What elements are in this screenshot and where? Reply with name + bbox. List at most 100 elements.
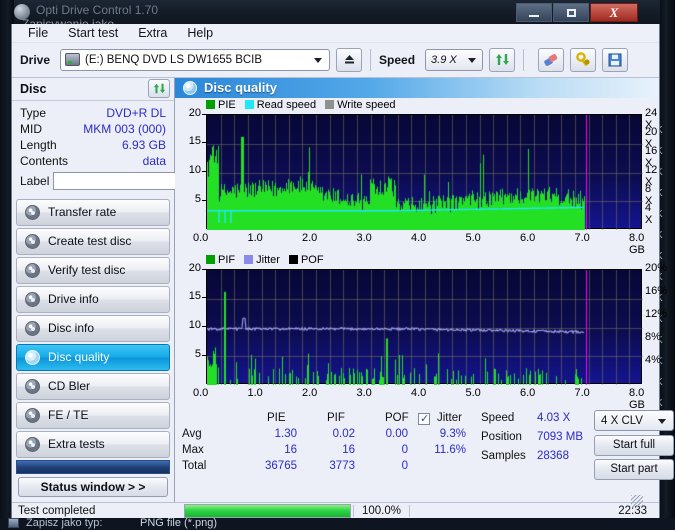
disc-info-row-mid: MID MKM 003 (000) — [20, 121, 166, 137]
menu-item-start-test[interactable]: Start test — [58, 24, 128, 42]
statistics-panel: PIE PIF POF Jitter Avg 1.30 0.02 0.00 9.… — [175, 409, 674, 482]
sidebar-item-disc-info[interactable]: Disc info — [16, 314, 170, 342]
start-part-button[interactable]: Start part — [594, 458, 674, 480]
y-tick-label: 15 — [188, 290, 201, 303]
drive-select[interactable]: (E:) BENQ DVD LS DW1655 BCIB — [60, 48, 331, 71]
y-tick — [202, 297, 206, 299]
chevron-down-icon — [658, 418, 666, 424]
y2-tick-label: 4% — [645, 353, 661, 366]
legend-swatch — [288, 255, 298, 265]
chevron-down-icon — [468, 57, 477, 63]
menu-item-help[interactable]: Help — [177, 24, 223, 42]
write-mode-select[interactable]: 4 X CLV — [594, 409, 674, 431]
start-full-button[interactable]: Start full — [594, 434, 674, 456]
disc-info-row-type: Type DVD+R DL — [20, 105, 166, 121]
y2-tick-label: 4 X — [645, 202, 653, 227]
x-tick-label: 4.0 — [411, 386, 427, 399]
minimize-button[interactable] — [516, 3, 552, 22]
stats-col-pof: POF — [385, 411, 409, 424]
eject-button[interactable] — [336, 47, 363, 72]
test-nav-list: Transfer rate Create test disc Verify te… — [12, 197, 174, 460]
x-tick-label: 7.0 — [574, 386, 590, 399]
speed-select[interactable]: 3.9 X — [425, 48, 484, 71]
sidebar-item-extra-tests[interactable]: Extra tests — [16, 430, 170, 458]
opti-drive-control-window: File Start test Extra Help Drive (E:) BE… — [11, 24, 674, 520]
sidebar-item-transfer-rate[interactable]: Transfer rate — [16, 198, 170, 226]
menu-bar: File Start test Extra Help — [12, 24, 659, 44]
y2-tick-label: 20% — [645, 261, 668, 274]
x-tick-label: 5.0 — [465, 231, 481, 244]
refresh-button[interactable] — [489, 47, 516, 72]
y-tick — [202, 113, 206, 115]
x-tick-label: 7.0 — [574, 231, 590, 244]
panel-title: Disc quality — [204, 80, 277, 96]
progress-bar — [184, 503, 351, 518]
legend-item: PIF — [206, 254, 235, 266]
stats-max-pie: 16 — [284, 443, 297, 456]
y-tick — [202, 142, 206, 144]
drive-icon — [65, 53, 81, 67]
stats-avg-pie: 1.30 — [274, 427, 297, 440]
sidebar-item-label: Transfer rate — [48, 205, 117, 220]
write-mode-value: 4 X CLV — [601, 414, 643, 427]
status-window-button[interactable]: Status window > > — [18, 476, 168, 497]
x-tick-label: 3.0 — [356, 386, 372, 399]
sidebar-item-verify-test-disc[interactable]: Verify test disc — [16, 256, 170, 284]
y2-tick-label: 16% — [645, 284, 668, 297]
pif-chart-legend: PIF Jitter POF — [206, 254, 329, 266]
x-tick-label: 0.0 — [193, 231, 209, 244]
sidebar-item-label: FE / TE — [48, 408, 89, 423]
pie-chart-plot — [206, 113, 643, 230]
stats-avg-pof: 0.00 — [385, 427, 408, 440]
sidebar-item-fe-te[interactable]: FE / TE — [16, 401, 170, 429]
menu-item-file[interactable]: File — [18, 24, 58, 42]
readout-key-position: Position — [481, 430, 522, 443]
sidebar-item-disc-quality[interactable]: Disc quality — [16, 343, 170, 371]
y-tick — [202, 354, 206, 356]
y-tick-label: 10 — [188, 164, 201, 177]
stats-col-pif: PIF — [327, 411, 345, 424]
legend-swatch — [206, 255, 215, 265]
sidebar-item-drive-info[interactable]: Drive info — [16, 285, 170, 313]
legend-swatch — [244, 255, 254, 265]
maximize-button[interactable] — [553, 3, 589, 22]
status-text: Test completed — [18, 504, 96, 517]
close-button[interactable]: X — [590, 3, 638, 22]
readout-key-speed: Speed — [481, 411, 515, 424]
disc-refresh-button[interactable] — [148, 79, 170, 99]
jitter-checkbox[interactable] — [418, 412, 430, 425]
disc-info-value: DVD+R DL — [106, 105, 166, 120]
disc-quality-icon — [183, 80, 197, 95]
toolbar: Drive (E:) BENQ DVD LS DW1655 BCIB Speed… — [12, 43, 659, 78]
disc-quality-panel: Disc quality PIE Read speed Write speed 20… — [175, 77, 674, 502]
y-tick — [202, 199, 206, 201]
save-dialog-strip: Zapisz jako typ: PNG file (*.png) — [0, 517, 675, 530]
disc-icon — [25, 320, 40, 336]
menu-item-extra[interactable]: Extra — [128, 24, 177, 42]
sidebar-item-label: Extra tests — [48, 437, 105, 452]
readout-value-position: 7093 MB — [537, 430, 584, 443]
stats-total-pof: 0 — [401, 459, 408, 472]
sidebar-item-create-test-disc[interactable]: Create test disc — [16, 227, 170, 255]
stats-row-label-max: Max — [182, 443, 204, 456]
stats-avg-jitter: 9.3% — [439, 427, 466, 440]
progress-percent: 100.0% — [353, 504, 409, 517]
stats-max-pif: 16 — [342, 443, 355, 456]
tools-button[interactable] — [570, 47, 597, 72]
sidebar-item-cd-bler[interactable]: CD Bler — [16, 372, 170, 400]
erase-button[interactable] — [538, 47, 565, 72]
legend-item: Jitter — [244, 254, 280, 266]
pif-chart-plot — [206, 268, 643, 385]
disc-icon — [25, 436, 40, 452]
x-tick-label: 2.0 — [302, 231, 318, 244]
disc-icon — [25, 378, 40, 394]
drive-label: Drive — [20, 52, 51, 67]
app-title: Opti Drive Control 1.70 — [36, 3, 159, 17]
y-tick-label: 5 — [194, 347, 201, 360]
save-button[interactable] — [602, 47, 629, 72]
disc-label-row: Label — [20, 171, 254, 191]
sidebar-item-label: Disc info — [48, 321, 95, 336]
sidebar-item-label: Disc quality — [48, 350, 110, 365]
legend-item: Read speed — [244, 99, 316, 111]
resize-grip[interactable] — [631, 495, 643, 507]
